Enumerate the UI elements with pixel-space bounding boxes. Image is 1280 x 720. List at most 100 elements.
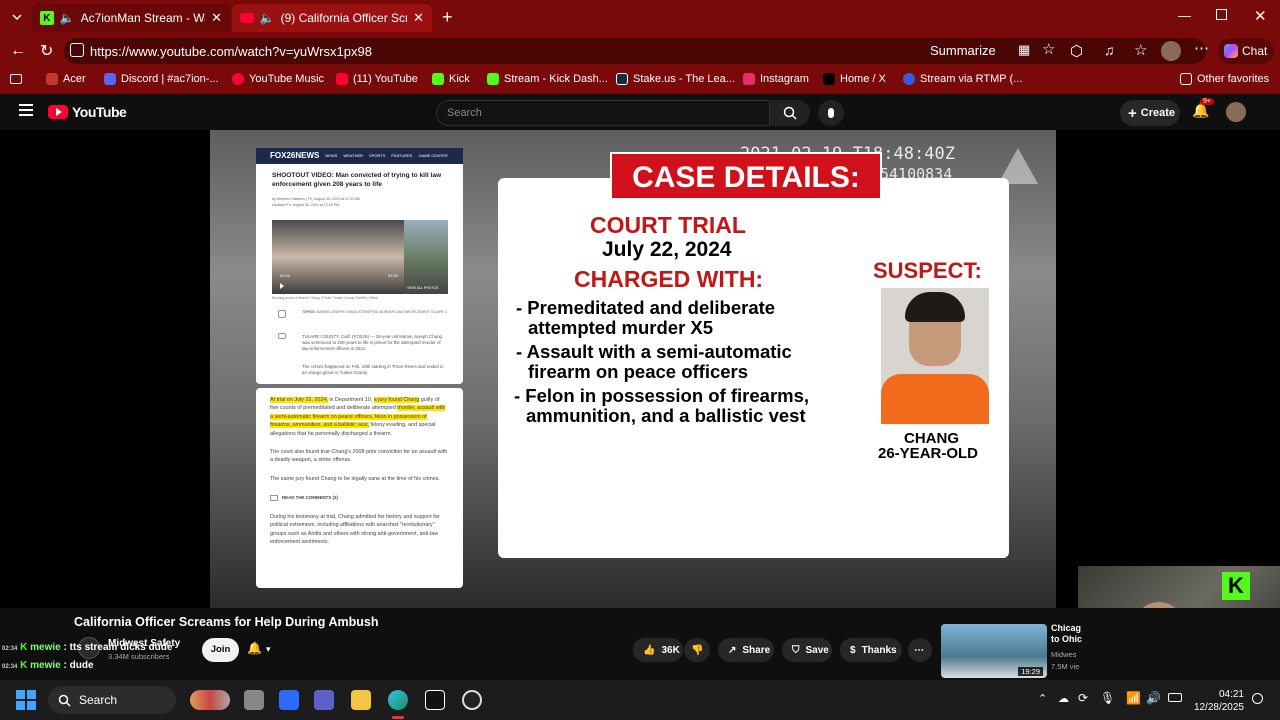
search-button[interactable] [770, 100, 810, 126]
save-label: Save [805, 644, 829, 656]
windows-start-icon[interactable] [16, 690, 36, 710]
favorite-youtube[interactable]: (11) YouTube [336, 73, 418, 85]
site-info-icon[interactable] [70, 43, 84, 57]
copilot-icon [1224, 44, 1238, 58]
play-icon[interactable] [280, 283, 284, 289]
comment-icon[interactable] [278, 333, 286, 339]
tab-actions-chevron-icon[interactable] [10, 10, 24, 24]
trial-date: July 22, 2024 [602, 238, 732, 261]
title-line: to Ohic [1051, 634, 1082, 644]
url-field[interactable]: https://www.youtube.com/watch?v=yuWrsx1p… [64, 38, 1206, 64]
favorite-star-icon[interactable]: ☆ [1042, 40, 1055, 58]
dislike-button[interactable]: 👎 [684, 638, 710, 662]
view-all-photos-link[interactable]: VIEW ALL PHOTOS [407, 286, 439, 291]
video-frame[interactable]: 2021-02-19 T18:48:40Z 54100834 FOX26NEWS… [210, 130, 1056, 608]
voice-search-button[interactable] [818, 100, 844, 126]
save-button[interactable]: ⛉ Save [782, 638, 832, 662]
favorite-discord[interactable]: Discord | #ac7ion-... [104, 73, 219, 85]
account-avatar[interactable] [1226, 102, 1246, 122]
widgets-icon[interactable] [190, 690, 230, 710]
search-input[interactable]: Search [436, 100, 770, 126]
speaker-icon[interactable]: 🔈 [60, 11, 75, 25]
close-tab-icon[interactable]: ✕ [413, 10, 424, 26]
notifications-button[interactable]: 🔔 9+ [1192, 98, 1214, 119]
notion-icon[interactable] [425, 690, 445, 710]
favorite-youtube-music[interactable]: YouTube Music [232, 73, 324, 85]
sync-icon[interactable]: ⟳ [1078, 691, 1088, 705]
notification-bell-button[interactable]: 🔔 ▾ [247, 641, 270, 655]
news-article-bottom: At trial on July 22, 2024, in Department… [256, 388, 463, 588]
maximize-button[interactable] [1216, 9, 1227, 20]
tab-kick-stream[interactable]: K 🔈 Ac7ionMan Stream - Watch Li ✕ [32, 4, 230, 32]
favorite-instagram[interactable]: Instagram [743, 73, 809, 85]
read-comments-link[interactable]: READ THE COMMENTS (2) [270, 495, 449, 501]
topics-label: TOPICS: [302, 310, 316, 314]
charge-item: - Premeditated and deliberate attempted … [516, 298, 775, 338]
article-gallery[interactable]: VIEW ALL PHOTOS [404, 220, 448, 294]
news-article-top: FOX26NEWS NEWS WEATHER SPORTS FEATURES G… [256, 148, 463, 384]
speaker-icon[interactable]: 🔈 [260, 11, 275, 25]
recommended-video-thumbnail[interactable]: 19:29 [941, 624, 1047, 678]
share-icon[interactable] [278, 310, 286, 318]
task-view-icon[interactable] [244, 690, 264, 710]
close-window-button[interactable]: ✕ [1254, 7, 1267, 25]
file-explorer-icon[interactable] [351, 690, 371, 710]
thanks-button[interactable]: $ Thanks [840, 638, 902, 662]
like-button[interactable]: 👍 36K [633, 638, 683, 662]
favorite-kick[interactable]: Kick [432, 73, 470, 85]
search-icon [783, 106, 797, 120]
kick-logo: K [1222, 572, 1250, 600]
battery-icon[interactable] [1168, 693, 1182, 702]
copilot-chat-button[interactable]: Chat [1218, 38, 1274, 64]
charge-line: firearm on peace officers [528, 361, 749, 382]
video-title: California Officer Screams for Help Duri… [74, 615, 379, 629]
other-favorites-label: Other favorites [1197, 73, 1270, 85]
volume-icon[interactable]: 🔊 [1146, 691, 1161, 705]
favorite-rtmp[interactable]: Stream via RTMP (... [903, 73, 1022, 85]
video-player[interactable]: 2021-02-19 T18:48:40Z 54100834 FOX26NEWS… [0, 130, 1280, 680]
article-video-thumbnail[interactable]: 00:00 02:20 [272, 220, 404, 294]
favorite-acer[interactable]: Acer [46, 73, 86, 85]
obs-icon[interactable] [462, 690, 482, 710]
cloud-icon[interactable]: ☁ [1058, 692, 1069, 705]
taskbar-clock[interactable]: 04:21 12/28/2025 [1192, 688, 1244, 714]
microsoft-store-icon[interactable] [279, 690, 299, 710]
favorite-kick-dashboard[interactable]: Stream - Kick Dash... [487, 73, 608, 85]
tray-chevron-icon[interactable]: ⌃ [1038, 692, 1047, 705]
notification-center-icon[interactable] [1252, 693, 1263, 704]
close-tab-icon[interactable]: ✕ [211, 10, 222, 26]
collections-icon[interactable] [10, 74, 22, 84]
favorite-label: Kick [449, 73, 470, 85]
article-paragraph: The court also found true Chang's 2008 p… [270, 448, 448, 464]
extensions-icon[interactable]: ⬡ [1070, 42, 1083, 60]
chat-text: dude [69, 660, 94, 671]
join-button[interactable]: Join [202, 638, 239, 662]
more-actions-button[interactable]: ⋯ [908, 638, 932, 662]
teams-icon[interactable] [314, 690, 334, 710]
like-count: 36K [661, 644, 680, 656]
youtube-logo[interactable]: YouTube [48, 104, 127, 120]
youtube-play-icon [48, 105, 68, 119]
other-favorites[interactable]: Other favorites [1180, 73, 1269, 85]
more-menu-icon[interactable]: ⋯ [1194, 39, 1209, 57]
share-button[interactable]: ↗ Share [718, 638, 774, 662]
split-screen-icon[interactable]: ▦ [1018, 42, 1030, 58]
music-icon[interactable]: ♫ [1104, 42, 1115, 58]
favorite-stake[interactable]: Stake.us - The Lea... [616, 73, 735, 85]
favorite-x[interactable]: Home / X [823, 73, 886, 85]
edge-browser-icon[interactable] [388, 690, 408, 710]
taskbar-search[interactable]: Search [48, 686, 176, 714]
back-arrow-icon[interactable]: ← [10, 42, 26, 60]
microphone-icon[interactable]: 🎙 [1100, 691, 1115, 705]
favorites-icon[interactable]: ☆ [1134, 41, 1147, 59]
new-tab-button[interactable]: + [442, 7, 453, 28]
minimize-button[interactable]: — [1178, 8, 1191, 23]
profile-avatar[interactable] [1161, 41, 1181, 61]
wifi-icon[interactable]: 📶 [1126, 691, 1141, 705]
create-button[interactable]: + Create [1120, 100, 1180, 126]
recommended-video-title[interactable]: Chicag to Ohic [1051, 623, 1082, 645]
tab-youtube-video[interactable]: 🔈 (9) California Officer Screams ✕ [232, 4, 432, 32]
summarize-button[interactable]: Summarize [930, 43, 996, 58]
hamburger-menu-icon[interactable] [19, 104, 33, 116]
reload-icon[interactable]: ↻ [40, 41, 53, 61]
